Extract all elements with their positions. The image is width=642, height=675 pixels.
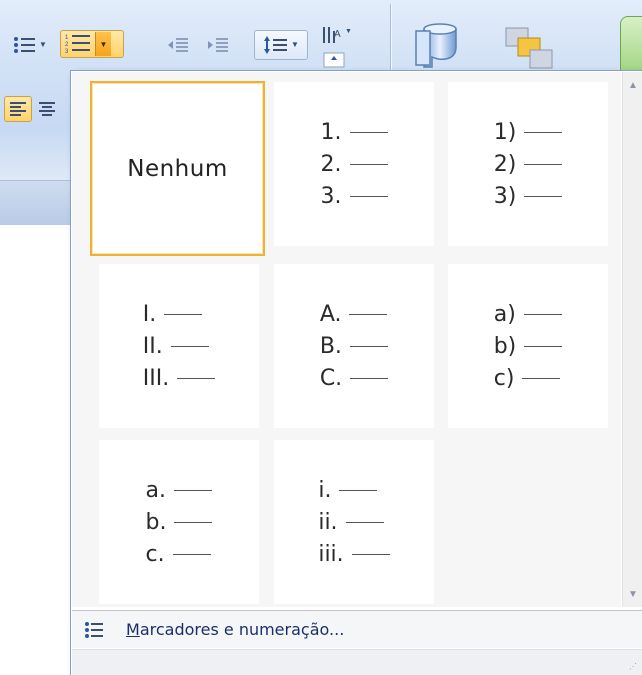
numbering-gallery: Nenhum 1. 2. 3. 1) 2) 3) I. II. III. A. …: [72, 72, 621, 607]
numbering-format-lower-alpha-period[interactable]: a. b. c.: [99, 440, 259, 604]
line-spacing-button[interactable]: ▼: [254, 30, 308, 60]
list-item: b.: [146, 507, 213, 537]
numbering-format-lower-alpha-paren[interactable]: a) b) c): [448, 264, 608, 428]
list-item: a): [494, 299, 563, 329]
chevron-down-icon[interactable]: ▼: [39, 41, 47, 49]
bullet-list-icon: [84, 621, 104, 639]
scroll-down-icon[interactable]: ▼: [623, 585, 642, 603]
numbering-format-decimal-paren[interactable]: 1) 2) 3): [448, 82, 608, 246]
numbering-format-lower-roman[interactable]: i. ii. iii.: [274, 440, 434, 604]
numbering-format-none[interactable]: Nenhum: [90, 81, 265, 256]
list-item: A.: [320, 299, 388, 329]
list-item: 1.: [321, 117, 388, 147]
list-item: i.: [318, 475, 389, 505]
shapes-icon: [410, 17, 466, 69]
list-item: II.: [143, 331, 215, 361]
list-item: 1): [494, 117, 563, 147]
decrease-indent-icon: [167, 36, 189, 54]
align-left-button[interactable]: [4, 96, 32, 122]
bullets-button[interactable]: ▼: [4, 32, 56, 58]
bullet-list-icon: [13, 35, 37, 55]
scroll-up-icon[interactable]: ▲: [623, 76, 642, 94]
shapes-button[interactable]: [408, 14, 468, 72]
list-item: B.: [320, 331, 388, 361]
list-item: 2.: [321, 149, 388, 179]
svg-text:▼: ▼: [345, 28, 352, 35]
arrange-icon: [500, 22, 556, 74]
numbering-dropdown-arrow[interactable]: ▼: [95, 32, 111, 56]
none-format-label: Nenhum: [127, 155, 228, 182]
arrange-button[interactable]: [498, 20, 558, 76]
text-direction-button[interactable]: A ▼: [318, 22, 358, 70]
list-item: C.: [320, 363, 389, 393]
list-item: I.: [143, 299, 215, 329]
svg-text:2: 2: [65, 42, 69, 48]
numbering-button[interactable]: 1 2 3 ▼: [60, 30, 124, 58]
quick-styles-button-edge[interactable]: [620, 16, 642, 76]
list-item: 3): [494, 181, 563, 211]
align-center-button[interactable]: [34, 96, 70, 122]
numbering-library-dropdown: Nenhum 1. 2. 3. 1) 2) 3) I. II. III. A. …: [70, 70, 642, 675]
bullets-and-numbering-menu-item[interactable]: Marcadores e numeração...: [72, 610, 642, 648]
numbered-list-icon: 1 2 3: [65, 33, 93, 55]
list-item: a.: [146, 475, 213, 505]
svg-text:3: 3: [65, 49, 69, 55]
list-item: 2): [494, 149, 563, 179]
dropdown-resize-grip[interactable]: ⋰: [72, 649, 642, 675]
gallery-scrollbar[interactable]: ▲ ▼: [622, 72, 642, 607]
resize-grip-icon[interactable]: ⋰: [629, 662, 638, 671]
align-center-icon: [38, 101, 56, 117]
bullets-and-numbering-label: Marcadores e numeração...: [126, 620, 345, 639]
line-spacing-icon: [263, 35, 289, 55]
chevron-down-icon[interactable]: ▼: [291, 41, 299, 49]
list-item: c.: [146, 539, 213, 569]
svg-text:1: 1: [65, 35, 69, 41]
numbering-format-upper-alpha[interactable]: A. B. C.: [274, 264, 434, 428]
increase-indent-button[interactable]: [202, 32, 234, 58]
decrease-indent-button[interactable]: [162, 32, 194, 58]
list-item: c): [494, 363, 563, 393]
list-item: iii.: [318, 539, 390, 569]
align-left-icon: [9, 101, 27, 117]
svg-text:A: A: [334, 29, 341, 40]
list-item: b): [494, 331, 563, 361]
numbering-format-upper-roman[interactable]: I. II. III.: [99, 264, 259, 428]
numbering-format-decimal-period[interactable]: 1. 2. 3.: [274, 82, 434, 246]
increase-indent-icon: [207, 36, 229, 54]
text-direction-icon: A ▼: [320, 23, 356, 69]
list-item: 3.: [321, 181, 388, 211]
list-item: III.: [143, 363, 216, 393]
list-item: ii.: [318, 507, 389, 537]
